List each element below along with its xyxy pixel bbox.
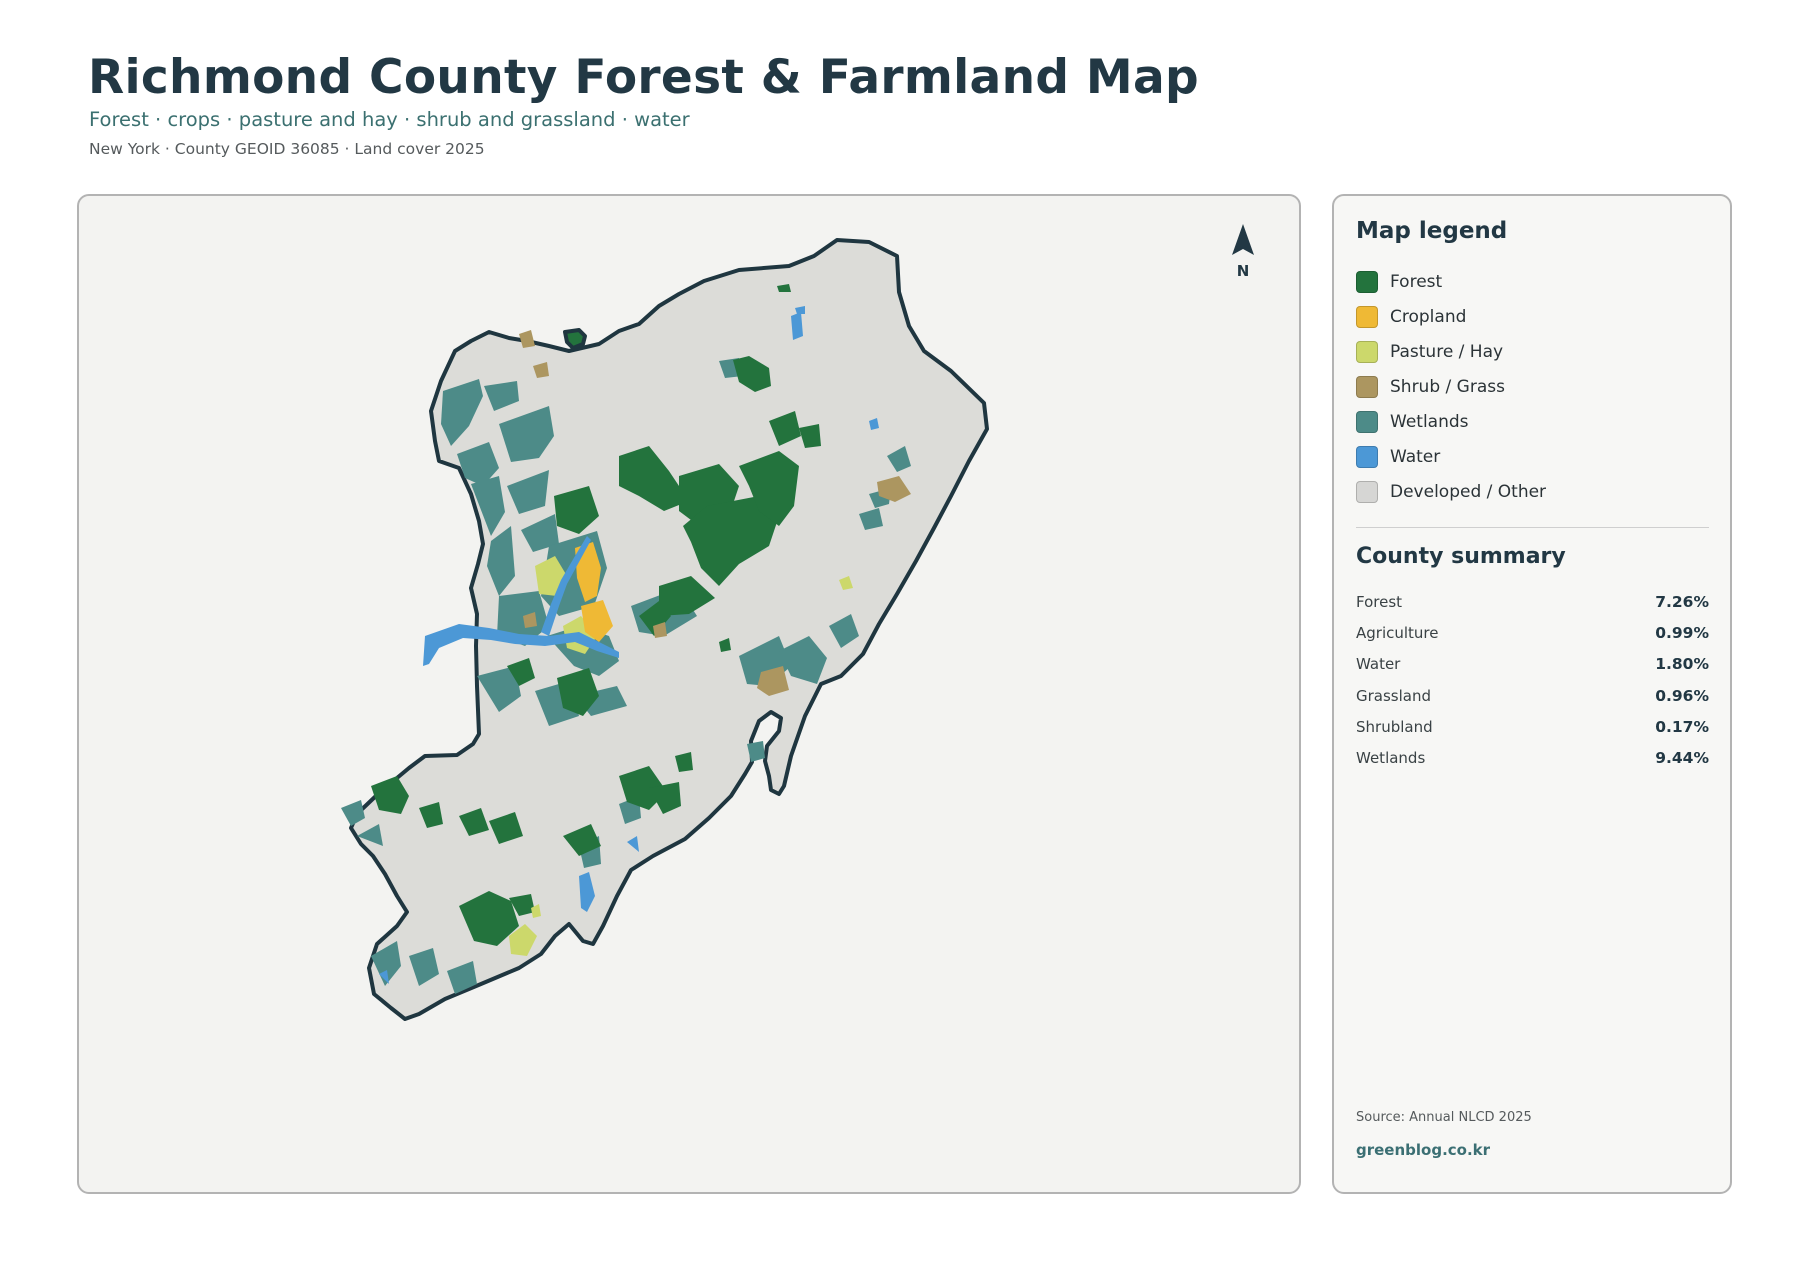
summary-row-wetlands: Wetlands 9.44% (1356, 742, 1709, 773)
legend-item-water: Water (1356, 439, 1546, 474)
summary-value: 0.99% (1655, 623, 1709, 642)
legend-item-cropland: Cropland (1356, 299, 1546, 334)
summary-value: 9.44% (1655, 749, 1709, 768)
legend-item-forest: Forest (1356, 264, 1546, 299)
summary-row-forest: Forest 7.26% (1356, 586, 1709, 617)
legend-swatch-pasture (1356, 340, 1378, 363)
summary-label: Agriculture (1356, 623, 1439, 642)
county-map[interactable] (79, 196, 1301, 1194)
legend-label: Pasture / Hay (1390, 341, 1504, 362)
legend-swatch-developed (1356, 480, 1378, 503)
legend-swatch-wetlands (1356, 410, 1378, 433)
summary-value: 7.26% (1655, 592, 1709, 611)
legend-item-shrub: Shrub / Grass (1356, 369, 1546, 404)
legend-swatch-water (1356, 445, 1378, 468)
page-title: Richmond County Forest & Farmland Map (88, 50, 1199, 105)
summary-label: Forest (1356, 592, 1403, 611)
summary-label: Grassland (1356, 686, 1431, 705)
summary-row-grassland: Grassland 0.96% (1356, 680, 1709, 711)
map-panel[interactable] (77, 194, 1301, 1194)
legend-item-developed: Developed / Other (1356, 474, 1546, 509)
summary-label: Water (1356, 655, 1401, 674)
legend-swatch-forest (1356, 270, 1378, 293)
legend-label: Wetlands (1390, 411, 1469, 432)
islet (563, 328, 587, 350)
legend-list: Forest Cropland Pasture / Hay Shrub / Gr… (1356, 264, 1546, 509)
legend-label: Water (1390, 446, 1441, 467)
legend-label: Forest (1390, 271, 1443, 292)
summary-row-shrubland: Shrubland 0.17% (1356, 711, 1709, 742)
legend-title: Map legend (1356, 218, 1508, 244)
legend-swatch-cropland (1356, 305, 1378, 328)
summary-row-agriculture: Agriculture 0.99% (1356, 617, 1709, 648)
page-subtitle: Forest · crops · pasture and hay · shrub… (89, 108, 690, 131)
page-meta: New York · County GEOID 36085 · Land cov… (89, 140, 485, 158)
north-label: N (1236, 262, 1250, 280)
summary-label: Shrubland (1356, 717, 1433, 736)
summary-label: Wetlands (1356, 749, 1426, 768)
legend-label: Shrub / Grass (1390, 376, 1505, 397)
legend-panel: Map legend Forest Cropland Pasture / Hay… (1332, 194, 1732, 1194)
source-note: Source: Annual NLCD 2025 (1356, 1110, 1532, 1125)
summary-value: 1.80% (1655, 655, 1709, 674)
summary-value: 0.96% (1655, 686, 1709, 705)
legend-item-wetlands: Wetlands (1356, 404, 1546, 439)
summary-value: 0.17% (1655, 717, 1709, 736)
legend-item-pasture: Pasture / Hay (1356, 334, 1546, 369)
legend-swatch-shrub (1356, 375, 1378, 398)
north-arrow: N (1216, 222, 1270, 280)
summary-title: County summary (1356, 544, 1566, 569)
legend-divider (1356, 527, 1709, 528)
north-arrow-icon (1232, 224, 1254, 255)
legend-label: Developed / Other (1390, 481, 1547, 502)
site-link[interactable]: greenblog.co.kr (1356, 1141, 1490, 1159)
legend-label: Cropland (1390, 306, 1467, 327)
county-summary: Forest 7.26% Agriculture 0.99% Water 1.8… (1356, 586, 1709, 774)
summary-row-water: Water 1.80% (1356, 649, 1709, 680)
